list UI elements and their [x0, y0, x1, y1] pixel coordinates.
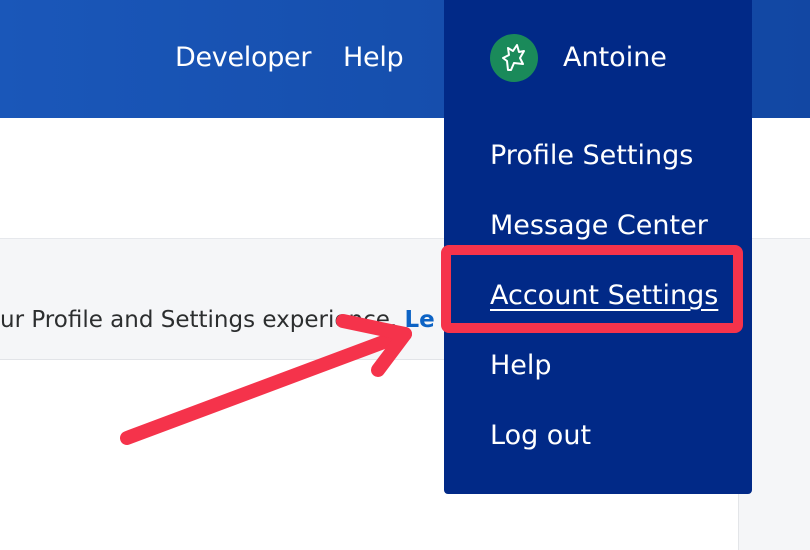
account-menu-toggle[interactable]: Antoine [490, 34, 667, 82]
menu-item-account-settings[interactable]: Account Settings [490, 278, 718, 314]
menu-item-log-out[interactable]: Log out [490, 418, 591, 454]
menu-item-help[interactable]: Help [490, 348, 552, 384]
menu-item-message-center[interactable]: Message Center [490, 208, 708, 244]
nav-help-link[interactable]: Help [343, 40, 404, 76]
notice-message: ur Profile and Settings experience. [0, 307, 405, 333]
notice-learn-more-link[interactable]: Le [405, 307, 435, 333]
account-name: Antoine [563, 42, 667, 73]
nav-developer-link[interactable]: Developer [175, 40, 311, 76]
menu-item-profile-settings[interactable]: Profile Settings [490, 138, 693, 174]
notice-text: ur Profile and Settings experience. Le [0, 303, 435, 337]
leaf-avatar-icon [490, 34, 538, 82]
account-dropdown-menu: Antoine Profile Settings Message Center … [444, 0, 752, 494]
